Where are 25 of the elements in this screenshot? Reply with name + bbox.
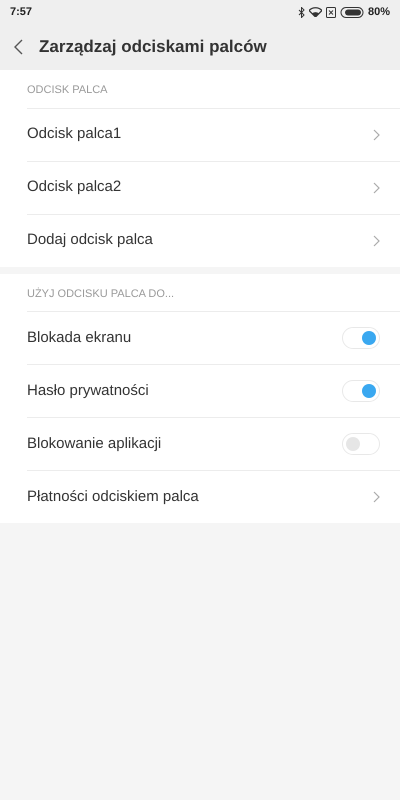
toggle-switch[interactable] — [342, 380, 380, 402]
chevron-right-icon — [373, 128, 380, 140]
row-label: Płatności odciskiem palca — [27, 486, 199, 507]
battery-percent: 80% — [368, 4, 390, 20]
status-time: 7:57 — [10, 4, 32, 20]
chevron-right-icon — [373, 491, 380, 503]
back-button[interactable] — [14, 39, 23, 55]
chevron-right-icon — [373, 182, 380, 194]
row-label: Dodaj odcisk palca — [27, 230, 153, 250]
wifi-icon — [308, 7, 322, 17]
row-label: Blokada ekranu — [27, 328, 132, 348]
section-header: ODCISK PALCA — [26, 83, 108, 98]
sim-icon — [326, 6, 336, 18]
chevron-right-icon — [373, 234, 380, 246]
row-label: Hasło prywatności — [27, 380, 149, 401]
toggle-switch[interactable] — [342, 327, 380, 349]
back-icon — [14, 39, 23, 55]
toggle-switch[interactable] — [342, 433, 380, 455]
battery-icon — [340, 6, 364, 18]
row-label: Blokowanie aplikacji — [27, 434, 162, 454]
row-label: Odcisk palca2 — [27, 177, 122, 198]
row-label: Odcisk palca1 — [27, 124, 122, 144]
screen-title: Zarządzaj odciskami palców — [39, 36, 267, 58]
bluetooth-icon — [298, 6, 305, 18]
section-header: UŻYJ ODCISKU PALCA DO... — [26, 286, 176, 302]
